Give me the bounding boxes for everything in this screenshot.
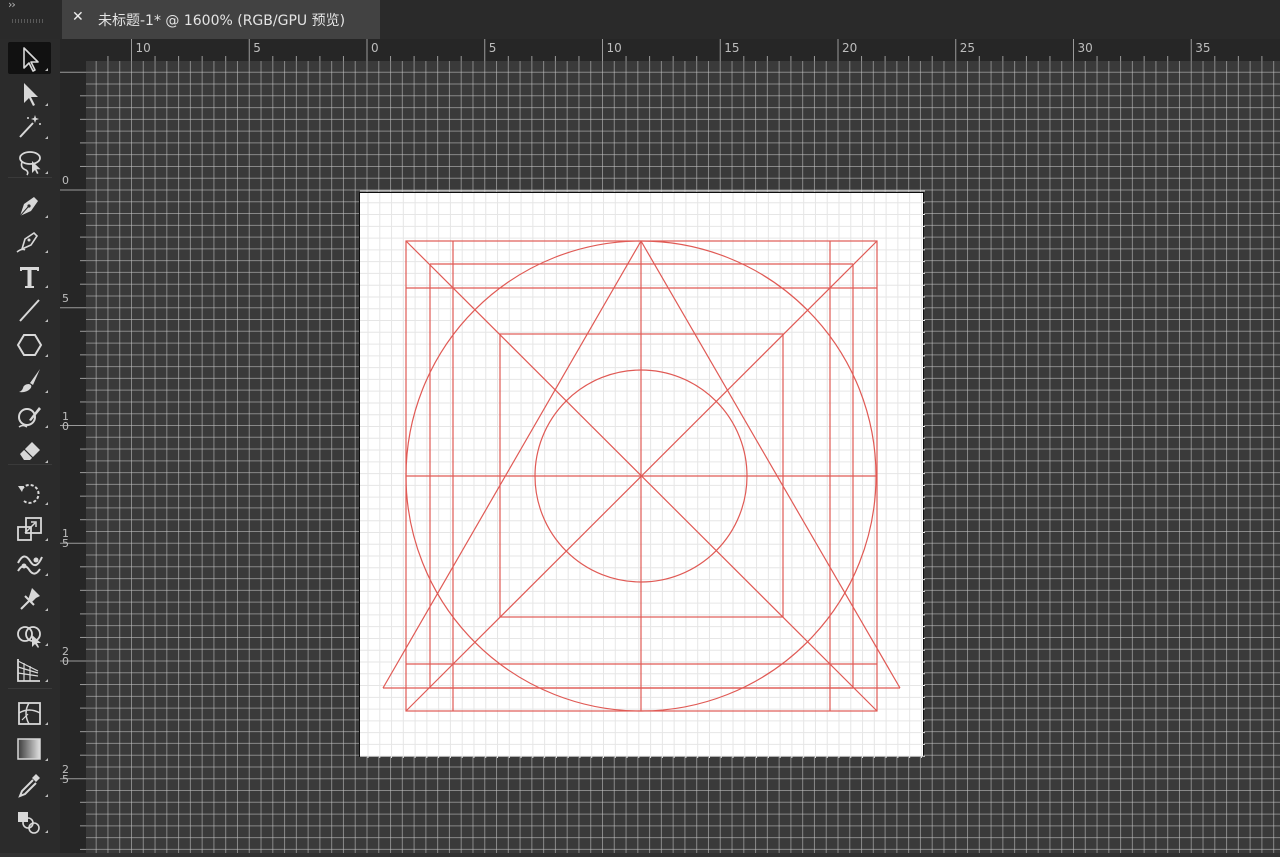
ruler-label: 25 <box>62 762 69 786</box>
toolbar-separator <box>8 177 52 178</box>
hexagon-icon <box>16 334 48 357</box>
blend-tool[interactable] <box>8 804 51 836</box>
eyedropper-tool[interactable] <box>8 768 51 800</box>
perspective-grid-icon <box>17 659 48 682</box>
curvature-pen-icon <box>16 231 48 253</box>
keyline-triangle-edge <box>382 240 642 689</box>
close-tab-button[interactable]: ✕ <box>72 9 84 25</box>
polygon-tool[interactable] <box>8 328 51 360</box>
magic-wand-icon <box>19 115 48 139</box>
mesh-icon <box>18 702 48 725</box>
arrow-icon <box>23 47 48 72</box>
artboard[interactable] <box>359 190 925 758</box>
lasso-icon <box>19 151 48 176</box>
direct-arrow-icon <box>24 83 48 106</box>
shape-builder-tool[interactable] <box>8 617 51 649</box>
line-segment-tool[interactable] <box>8 293 51 325</box>
eraser-tool[interactable] <box>8 434 51 466</box>
keyline-triangle-edge <box>640 240 901 689</box>
keyline-shapes <box>382 240 901 712</box>
scale-icon <box>17 517 48 541</box>
puppet-warp-tool[interactable] <box>8 547 51 579</box>
toolbar-separator <box>8 464 52 465</box>
ruler-label: 25 <box>959 41 976 55</box>
paintbrush-tool[interactable] <box>8 364 51 396</box>
ruler-label: 20 <box>62 645 69 668</box>
selection-tool[interactable] <box>8 42 51 74</box>
toolbar-separator <box>8 688 52 689</box>
rotate-icon <box>18 483 48 505</box>
shape-builder-icon <box>17 626 48 648</box>
ruler-label: 30 <box>1077 41 1093 55</box>
type-tool[interactable] <box>8 259 51 291</box>
horizontal-ruler[interactable]: 10 5 0 5 10 15 20 25 30 35 <box>86 39 1280 61</box>
direct-selection-tool[interactable] <box>8 77 51 109</box>
toolbar-grip[interactable] <box>12 19 44 23</box>
ruler-label: 15 <box>724 41 740 55</box>
line-icon <box>19 299 48 322</box>
ruler-label: 15 <box>62 527 69 551</box>
ruler-label: 35 <box>1195 41 1211 55</box>
ruler-label: 5 <box>62 291 69 305</box>
tools-panel <box>0 39 60 853</box>
ruler-label: 10 <box>606 41 622 55</box>
curvature-tool[interactable] <box>8 224 51 256</box>
rotate-tool[interactable] <box>8 476 51 508</box>
ruler-label: 0 <box>371 41 379 55</box>
pen-tool[interactable] <box>8 189 51 221</box>
ruler-label: 10 <box>135 41 151 55</box>
document-tab[interactable]: ✕ 未标题-1* @ 1600% (RGB/GPU 预览) <box>62 0 380 39</box>
ruler-label: 0 <box>62 174 69 187</box>
pin-tool[interactable] <box>8 582 51 614</box>
perspective-grid-tool[interactable] <box>8 653 51 685</box>
ruler-label: 5 <box>253 41 261 55</box>
blend-icon <box>18 812 48 834</box>
mesh-tool[interactable] <box>8 696 51 728</box>
type-icon <box>20 267 48 288</box>
eyedropper-icon <box>18 774 48 798</box>
ruler-label: 5 <box>488 41 497 55</box>
puppet-warp-icon <box>17 555 48 576</box>
brush-icon <box>19 369 48 393</box>
shaper-tool[interactable] <box>8 399 51 431</box>
document-canvas[interactable] <box>86 61 1280 853</box>
pin-icon <box>20 588 48 611</box>
eraser-icon <box>20 442 48 463</box>
ruler-origin[interactable] <box>60 39 86 61</box>
vertical-ruler[interactable]: 0 5 10 15 20 25 <box>60 61 86 853</box>
icon-keyline-grid <box>360 190 925 758</box>
lasso-tool[interactable] <box>8 145 51 177</box>
shaper-icon <box>18 407 48 428</box>
document-tab-title: 未标题-1* @ 1600% (RGB/GPU 预览) <box>98 13 346 29</box>
gradient-icon <box>17 738 48 761</box>
panel-collapse-button[interactable]: ›› <box>8 0 16 11</box>
ruler-label: 20 <box>842 41 858 55</box>
pen-icon <box>19 197 48 218</box>
ruler-label: 10 <box>62 409 69 433</box>
horizontal-ruler-ticks <box>107 39 1263 61</box>
document-tab-bar: ›› ✕ 未标题-1* @ 1600% (RGB/GPU 预览) <box>0 0 1280 39</box>
magic-wand-tool[interactable] <box>8 110 51 142</box>
scale-tool[interactable] <box>8 512 51 544</box>
gradient-tool[interactable] <box>8 732 51 764</box>
